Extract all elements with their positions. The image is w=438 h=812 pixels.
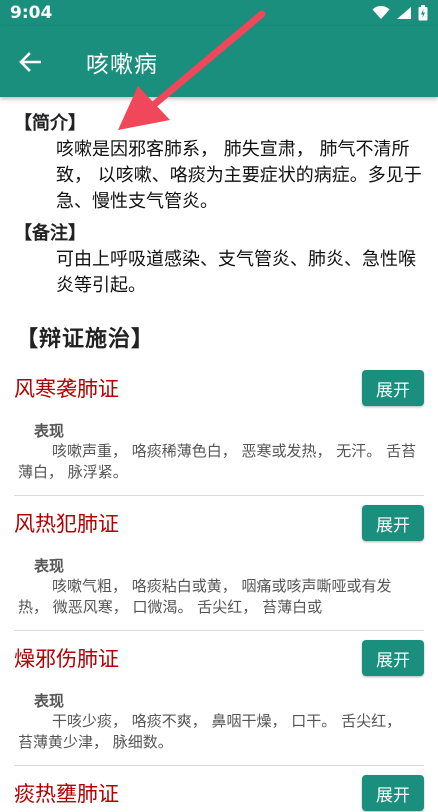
symptom-label: 表现 — [34, 692, 65, 710]
expand-button[interactable]: 展开 — [362, 370, 424, 406]
symptom-text: 干咳少痰， 咯痰不爽， 鼻咽干燥， 口干。 舌尖红， 苔薄黄少津， 脉细数。 — [18, 712, 402, 751]
battery-icon — [418, 5, 428, 21]
status-bar: 9:04 — [0, 0, 438, 26]
syndrome-title: 燥邪伤肺证 — [14, 647, 119, 671]
expand-button[interactable]: 展开 — [362, 640, 424, 676]
intro-label: 【简介】 — [14, 113, 86, 134]
signal-icon — [397, 7, 411, 19]
symptom-text: 咳嗽声重， 咯痰稀薄色白， 恶寒或发热， 无汗。 舌苔薄白， 脉浮紧。 — [18, 442, 417, 481]
symptom-label: 表现 — [34, 557, 65, 575]
page-title: 咳嗽病 — [86, 51, 158, 78]
notes-text: 可由上呼吸道感染、支气管炎、肺炎、急性喉炎等引起。 — [56, 249, 416, 296]
symptom-text: 咳嗽气粗， 咯痰粘白或黄， 咽痛或咳声嘶哑或有发热， 微恶风寒， 口微渴。 舌尖… — [18, 577, 392, 616]
content-area[interactable]: 【简介】 咳嗽是因邪客肺系， 肺失宣肃， 肺气不清所致， 以咳嗽、咯痰为主要症状… — [0, 97, 438, 812]
syndrome-title: 痰热壅肺证 — [14, 782, 119, 806]
wifi-icon — [372, 6, 390, 19]
syndrome-card: 燥邪伤肺证 展开 表现 干咳少痰， 咯痰不爽， 鼻咽干燥， 口干。 舌尖红， 苔… — [14, 639, 424, 766]
syndrome-card: 风寒袭肺证 展开 表现 咳嗽声重， 咯痰稀薄色白， 恶寒或发热， 无汗。 舌苔薄… — [14, 369, 424, 496]
back-arrow-icon — [19, 51, 41, 72]
syndrome-card: 风热犯肺证 展开 表现 咳嗽气粗， 咯痰粘白或黄， 咽痛或咳声嘶哑或有发热， 微… — [14, 504, 424, 631]
syndrome-title: 风寒袭肺证 — [14, 377, 119, 401]
treatment-header: 【辩证施治】 — [16, 327, 155, 352]
expand-button[interactable]: 展开 — [362, 775, 424, 811]
app-bar: 咳嗽病 — [0, 26, 438, 97]
back-button[interactable] — [2, 34, 58, 90]
syndrome-card: 痰热壅肺证 展开 — [14, 774, 424, 812]
syndrome-title: 风热犯肺证 — [14, 512, 119, 536]
symptom-label: 表现 — [34, 422, 65, 440]
intro-text: 咳嗽是因邪客肺系， 肺失宣肃， 肺气不清所致， 以咳嗽、咯痰为主要症状的病症。多… — [56, 139, 422, 212]
status-time: 9:04 — [10, 3, 53, 23]
expand-button[interactable]: 展开 — [362, 505, 424, 541]
status-icons — [372, 5, 428, 21]
notes-label: 【备注】 — [14, 223, 86, 244]
